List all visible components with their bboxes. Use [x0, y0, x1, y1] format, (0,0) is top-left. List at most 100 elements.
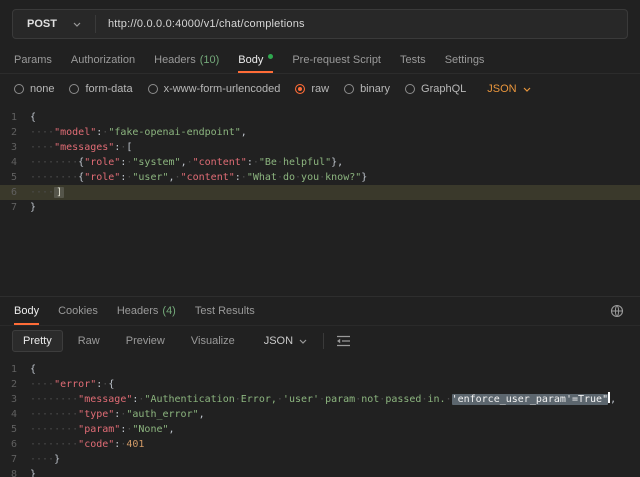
code-token: [: [126, 142, 132, 153]
code-token: ········: [30, 394, 78, 405]
tab-label: Headers: [154, 54, 196, 66]
radio-icon: [148, 84, 158, 94]
response-body-editor[interactable]: 1{2····"error":·{3········"message":·"Au…: [0, 356, 640, 477]
raw-language-label: JSON: [487, 83, 516, 95]
view-tab-preview[interactable]: Preview: [115, 330, 176, 352]
tab-settings[interactable]: Settings: [445, 46, 485, 73]
code-line[interactable]: 1{: [0, 362, 640, 377]
response-view-toolbar: Pretty Raw Preview Visualize JSON: [0, 326, 640, 356]
tab-label: Cookies: [58, 305, 98, 317]
tab-authorization[interactable]: Authorization: [71, 46, 135, 73]
code-token: "content": [181, 172, 235, 183]
code-line[interactable]: 2····"error":·{: [0, 377, 640, 392]
response-language-select[interactable]: JSON: [258, 331, 313, 351]
tab-label: Body: [14, 305, 39, 317]
line-number: 1: [0, 110, 30, 125]
body-type-graphql[interactable]: GraphQL: [405, 83, 466, 95]
body-type-binary[interactable]: binary: [344, 83, 390, 95]
tab-tests[interactable]: Tests: [400, 46, 426, 73]
line-number: 4: [0, 407, 30, 422]
code-token: param: [325, 394, 355, 405]
radio-icon: [344, 84, 354, 94]
matched-bracket: ]: [54, 187, 64, 198]
code-token: {: [108, 379, 114, 390]
code-token: {: [30, 364, 36, 375]
code-line[interactable]: 1{: [0, 110, 640, 125]
code-line[interactable]: 4········"type":·"auth_error",: [0, 407, 640, 422]
response-tab-headers[interactable]: Headers(4): [117, 297, 176, 325]
code-line[interactable]: 8}: [0, 467, 640, 477]
tab-headers[interactable]: Headers (10): [154, 46, 219, 73]
raw-language-select[interactable]: JSON: [487, 83, 530, 95]
code-token: 'user': [283, 394, 319, 405]
tab-pre-request-script[interactable]: Pre-request Script: [292, 46, 381, 73]
code-line-content: ········"code":·401: [30, 437, 144, 452]
response-tab-body[interactable]: Body: [14, 297, 39, 325]
line-number: 7: [0, 452, 30, 467]
line-number: 2: [0, 125, 30, 140]
radio-label: raw: [311, 83, 329, 95]
method-select[interactable]: POST: [13, 10, 95, 38]
code-line[interactable]: 3····"messages":·[: [0, 140, 640, 155]
tab-label: Test Results: [195, 305, 255, 317]
body-type-none[interactable]: none: [14, 83, 54, 95]
code-token: }: [361, 172, 367, 183]
response-tab-cookies[interactable]: Cookies: [58, 297, 98, 325]
code-token: "What: [247, 172, 277, 183]
code-token: "role": [84, 157, 120, 168]
code-token: "messages": [54, 142, 114, 153]
line-number: 8: [0, 467, 30, 477]
body-type-form-data[interactable]: form-data: [69, 83, 132, 95]
tab-params[interactable]: Params: [14, 46, 52, 73]
body-type-raw[interactable]: raw: [295, 83, 329, 95]
code-token: ····: [30, 142, 54, 153]
code-token: 401: [126, 439, 144, 450]
view-tab-visualize[interactable]: Visualize: [180, 330, 246, 352]
tab-body[interactable]: Body: [238, 46, 273, 73]
view-tab-pretty[interactable]: Pretty: [12, 330, 63, 352]
code-token: "None": [132, 424, 168, 435]
headers-count: (10): [200, 54, 220, 66]
code-line-content: ········"message":·"Authentication·Error…: [30, 392, 616, 407]
code-token: "user": [132, 172, 168, 183]
code-line[interactable]: 5········{"role":·"user",·"content":·"Wh…: [0, 170, 640, 185]
code-line-content: ····]: [30, 185, 64, 200]
code-token: ,: [241, 127, 247, 138]
code-token: }: [54, 454, 60, 465]
body-type-x-www-form-urlencoded[interactable]: x-www-form-urlencoded: [148, 83, 281, 95]
code-token: "error": [54, 379, 96, 390]
radio-label: GraphQL: [421, 83, 466, 95]
code-line[interactable]: 3········"message":·"Authentication·Erro…: [0, 392, 640, 407]
code-line[interactable]: 7}: [0, 200, 640, 215]
radio-icon: [405, 84, 415, 94]
code-line[interactable]: 5········"param":·"None",: [0, 422, 640, 437]
code-token: "message": [78, 394, 132, 405]
radio-label: binary: [360, 83, 390, 95]
view-tab-raw[interactable]: Raw: [67, 330, 111, 352]
code-line[interactable]: 7····}: [0, 452, 640, 467]
code-line[interactable]: 6········"code":·401: [0, 437, 640, 452]
globe-icon: [610, 304, 624, 318]
request-tabs: Params Authorization Headers (10) Body Pr…: [0, 46, 640, 74]
code-line-content: ····"messages":·[: [30, 140, 132, 155]
chevron-down-icon: [523, 87, 531, 92]
code-token: ········: [30, 157, 78, 168]
code-line[interactable]: 2····"model":·"fake-openai-endpoint",: [0, 125, 640, 140]
network-info-button[interactable]: [608, 302, 626, 320]
url-input[interactable]: http://0.0.0.0:4000/v1/chat/completions: [96, 10, 627, 38]
code-token: "param": [78, 424, 120, 435]
code-token: "content": [193, 157, 247, 168]
beautify-button[interactable]: [334, 333, 353, 349]
code-line[interactable]: 4········{"role":·"system",·"content":·"…: [0, 155, 640, 170]
code-token: ········: [30, 172, 78, 183]
code-token: ····: [30, 379, 54, 390]
code-token: ,: [610, 394, 616, 405]
request-body-editor[interactable]: 1{2····"model":·"fake-openai-endpoint",3…: [0, 104, 640, 296]
code-line-highlighted[interactable]: 6····]: [0, 185, 640, 200]
response-tab-test-results[interactable]: Test Results: [195, 297, 255, 325]
line-number: 3: [0, 140, 30, 155]
code-token: "role": [84, 172, 120, 183]
radio-label: form-data: [85, 83, 132, 95]
line-number: 1: [0, 362, 30, 377]
code-token: ····: [30, 454, 54, 465]
